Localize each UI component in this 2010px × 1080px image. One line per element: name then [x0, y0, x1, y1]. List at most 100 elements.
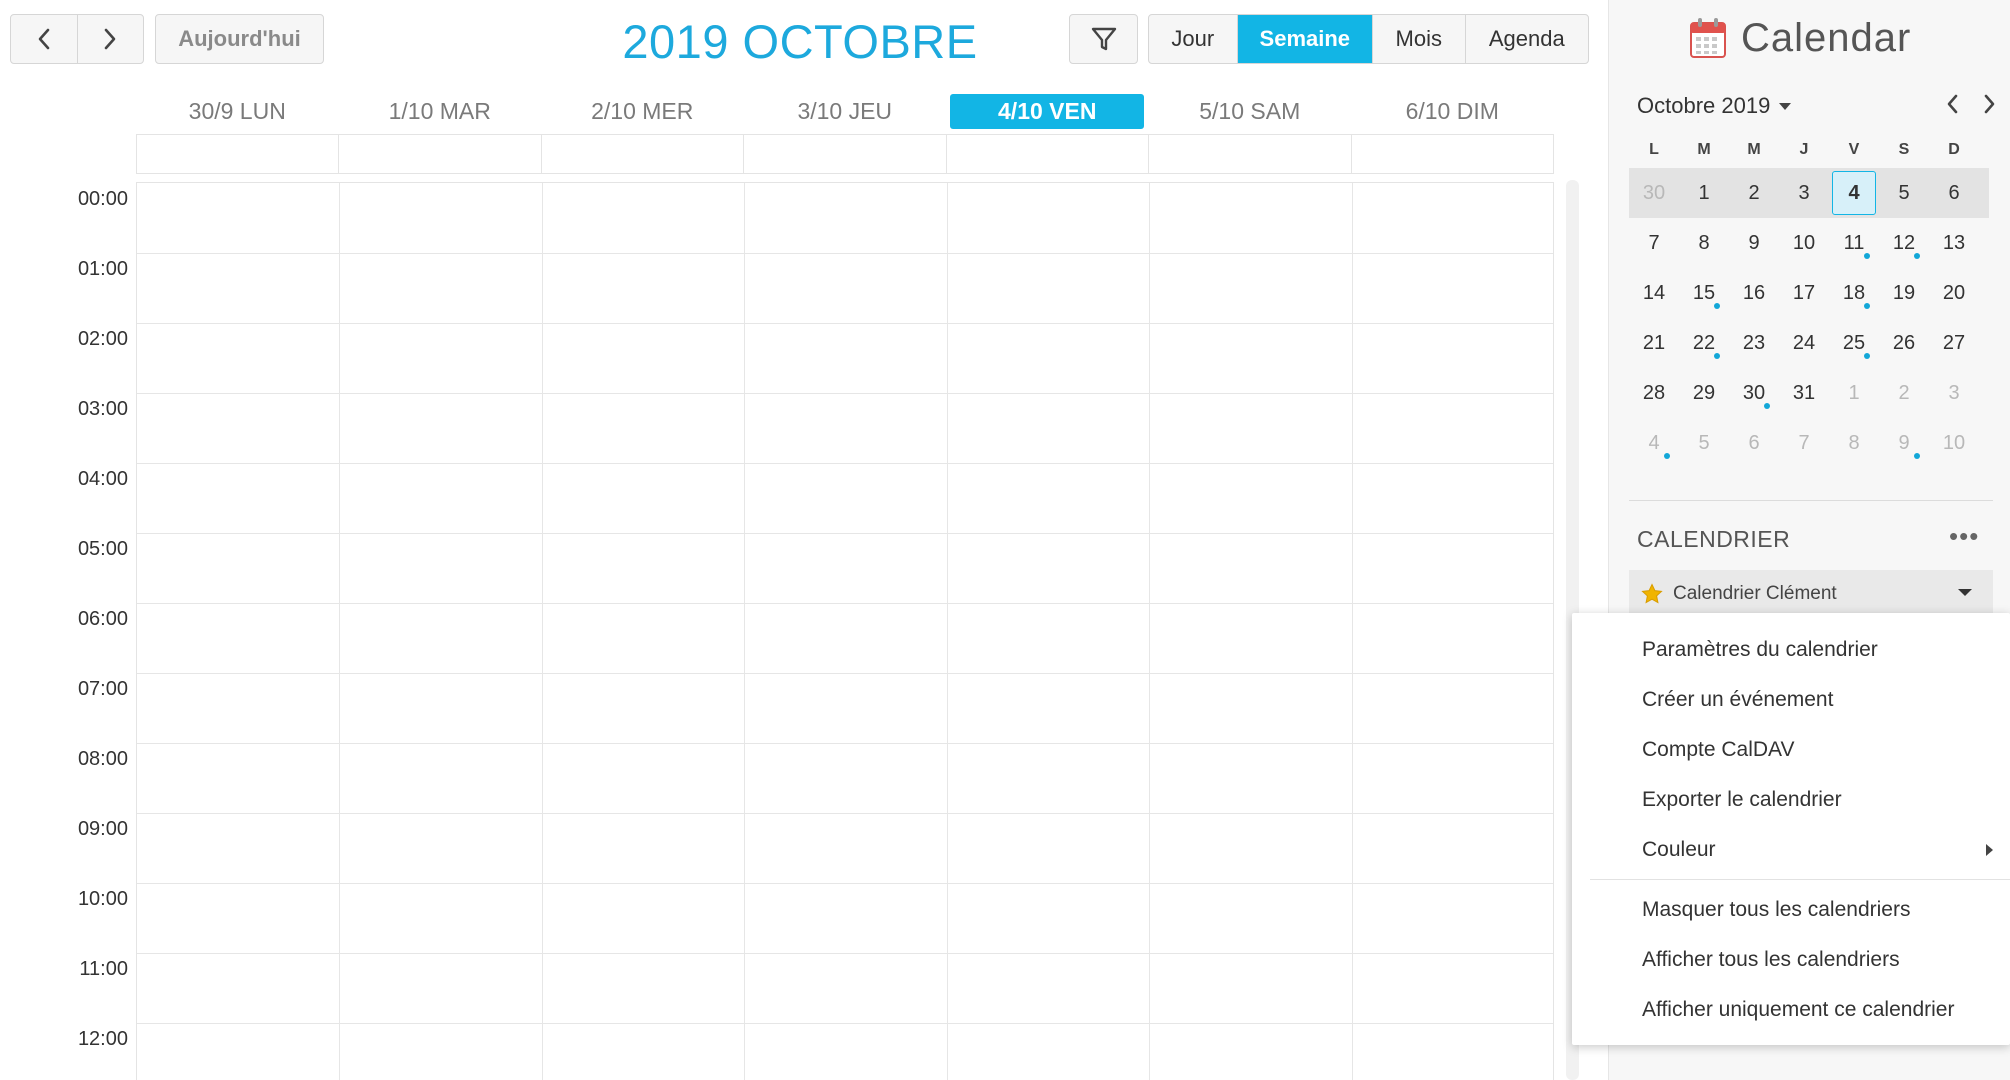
- mini-day[interactable]: 13: [1929, 218, 1979, 268]
- mini-day[interactable]: 18: [1829, 268, 1879, 318]
- menu-item-create-event[interactable]: Créer un événement: [1572, 675, 2010, 725]
- mini-day[interactable]: 10: [1779, 218, 1829, 268]
- mini-day[interactable]: 30: [1629, 168, 1679, 218]
- mini-next-month-button[interactable]: [1983, 93, 1997, 120]
- mini-day[interactable]: 7: [1779, 418, 1829, 468]
- mini-day[interactable]: 1: [1829, 368, 1879, 418]
- mini-week-row: 14 15 16 17 18 19 20: [1629, 268, 1989, 318]
- menu-item-show-all-calendars[interactable]: Afficher tous les calendriers: [1572, 935, 2010, 985]
- mini-day-number: 6: [1948, 181, 1960, 204]
- day-header[interactable]: 6/10 DIM: [1351, 92, 1554, 130]
- mini-prev-month-button[interactable]: [1945, 93, 1959, 120]
- event-dot: [1764, 403, 1770, 409]
- mini-day[interactable]: 30: [1729, 368, 1779, 418]
- mini-day-number: 13: [1942, 231, 1966, 254]
- mini-day[interactable]: 2: [1879, 368, 1929, 418]
- day-header-label: 3/10 JEU: [797, 97, 893, 124]
- all-day-cell[interactable]: [945, 135, 1148, 173]
- mini-day[interactable]: 27: [1929, 318, 1979, 368]
- all-day-cell[interactable]: [540, 135, 743, 173]
- mini-day[interactable]: 26: [1879, 318, 1929, 368]
- hour-label: 11:00: [79, 958, 128, 980]
- calendar-app-icon: [1690, 18, 1726, 58]
- mini-day[interactable]: 5: [1679, 418, 1729, 468]
- today-button[interactable]: Aujourd'hui: [155, 14, 324, 64]
- mini-day[interactable]: 21: [1629, 318, 1679, 368]
- mini-day[interactable]: 8: [1829, 418, 1879, 468]
- previous-period-button[interactable]: [11, 15, 77, 63]
- mini-day[interactable]: 15: [1679, 268, 1729, 318]
- day-header-label: 2/10 MER: [591, 97, 694, 124]
- mini-day-number: 15: [1692, 281, 1716, 304]
- mini-day[interactable]: 22: [1679, 318, 1729, 368]
- mini-day[interactable]: 9: [1729, 218, 1779, 268]
- day-header[interactable]: 2/10 MER: [541, 92, 744, 130]
- mini-day[interactable]: 28: [1629, 368, 1679, 418]
- mini-day[interactable]: 3: [1929, 368, 1979, 418]
- view-week-button[interactable]: Semaine: [1236, 15, 1372, 63]
- mini-day[interactable]: 11: [1829, 218, 1879, 268]
- day-header[interactable]: 30/9 LUN: [136, 92, 339, 130]
- mini-day[interactable]: 29: [1679, 368, 1729, 418]
- mini-day[interactable]: 23: [1729, 318, 1779, 368]
- mini-day[interactable]: 7: [1629, 218, 1679, 268]
- menu-item-hide-all-calendars[interactable]: Masquer tous les calendriers: [1572, 885, 2010, 935]
- mini-day-today[interactable]: 4: [1829, 168, 1879, 218]
- mini-day-number: 17: [1792, 281, 1816, 304]
- mini-day[interactable]: 20: [1929, 268, 1979, 318]
- calendar-menu-toggle[interactable]: [1957, 582, 1973, 604]
- mini-day[interactable]: 6: [1729, 418, 1779, 468]
- filter-button[interactable]: [1069, 14, 1138, 64]
- mini-day[interactable]: 31: [1779, 368, 1829, 418]
- calendar-context-menu: Paramètres du calendrier Créer un événem…: [1572, 613, 2010, 1045]
- view-month-button[interactable]: Mois: [1371, 15, 1465, 63]
- mini-day-number: 23: [1742, 331, 1766, 354]
- day-header[interactable]: 5/10 SAM: [1149, 92, 1352, 130]
- mini-day[interactable]: 16: [1729, 268, 1779, 318]
- mini-day[interactable]: 4: [1629, 418, 1679, 468]
- mini-day[interactable]: 25: [1829, 318, 1879, 368]
- mini-day-number: 12: [1892, 231, 1916, 254]
- mini-day[interactable]: 8: [1679, 218, 1729, 268]
- menu-item-color[interactable]: Couleur: [1572, 825, 2010, 875]
- calendar-list-item[interactable]: Calendrier Clément: [1629, 570, 1993, 618]
- all-day-cell[interactable]: [137, 135, 338, 173]
- mini-day[interactable]: 24: [1779, 318, 1829, 368]
- hour-line: [137, 813, 1553, 814]
- mini-day[interactable]: 10: [1929, 418, 1979, 468]
- all-day-cell[interactable]: [1148, 135, 1350, 173]
- mini-day[interactable]: 12: [1879, 218, 1929, 268]
- day-header-today[interactable]: 4/10 VEN: [946, 92, 1149, 130]
- view-day-button[interactable]: Jour: [1149, 15, 1237, 63]
- mini-day[interactable]: 14: [1629, 268, 1679, 318]
- view-agenda-button[interactable]: Agenda: [1464, 15, 1588, 63]
- week-grid-body[interactable]: [136, 182, 1554, 1080]
- day-header[interactable]: 1/10 MAR: [339, 92, 542, 130]
- mini-day[interactable]: 6: [1929, 168, 1979, 218]
- mini-day[interactable]: 3: [1779, 168, 1829, 218]
- mini-month-selector[interactable]: Octobre 2019: [1637, 93, 1792, 119]
- mini-day[interactable]: 17: [1779, 268, 1829, 318]
- menu-item-caldav-account[interactable]: Compte CalDAV: [1572, 725, 2010, 775]
- all-day-cell[interactable]: [338, 135, 540, 173]
- caret-down-icon: [1958, 589, 1972, 596]
- more-options-button[interactable]: •••: [1949, 523, 1979, 549]
- mini-day[interactable]: 1: [1679, 168, 1729, 218]
- mini-day-number: 29: [1692, 381, 1716, 404]
- weekday-label: M: [1697, 141, 1711, 158]
- all-day-cell[interactable]: [1350, 135, 1553, 173]
- next-period-button[interactable]: [76, 15, 144, 63]
- mini-day-number: 10: [1942, 431, 1966, 454]
- mini-day[interactable]: 2: [1729, 168, 1779, 218]
- menu-item-export-calendar[interactable]: Exporter le calendrier: [1572, 775, 2010, 825]
- mini-day[interactable]: 19: [1879, 268, 1929, 318]
- all-day-cell[interactable]: [743, 135, 945, 173]
- day-header-label: 1/10 MAR: [388, 97, 491, 124]
- day-header[interactable]: 3/10 JEU: [744, 92, 947, 130]
- mini-day[interactable]: 9: [1879, 418, 1929, 468]
- menu-item-calendar-settings[interactable]: Paramètres du calendrier: [1572, 625, 2010, 675]
- mini-day-number: 2: [1898, 381, 1910, 404]
- menu-item-show-only-this-calendar[interactable]: Afficher uniquement ce calendrier: [1572, 985, 2010, 1035]
- mini-week-row: 7 8 9 10 11 12 13: [1629, 218, 1989, 268]
- mini-day[interactable]: 5: [1879, 168, 1929, 218]
